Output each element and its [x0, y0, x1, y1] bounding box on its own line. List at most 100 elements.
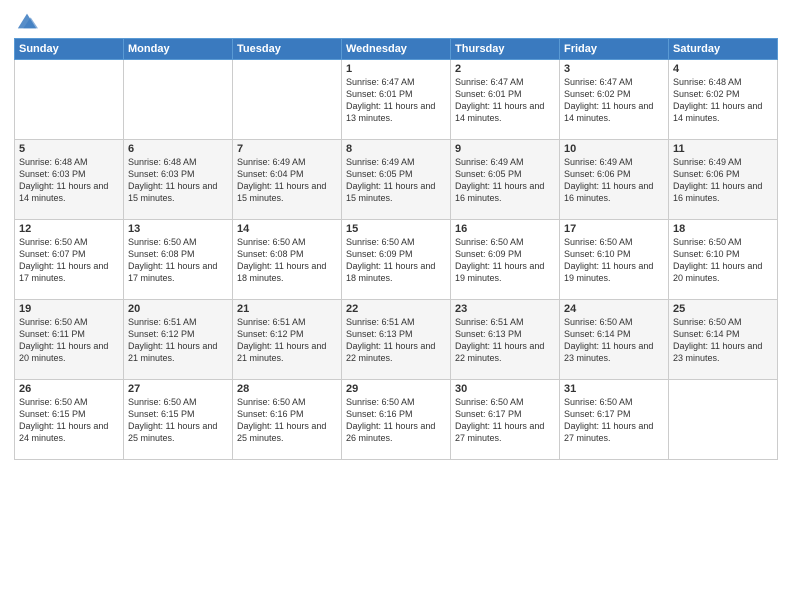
calendar-cell: 14Sunrise: 6:50 AMSunset: 6:08 PMDayligh… — [233, 220, 342, 300]
day-info: Sunrise: 6:48 AMSunset: 6:02 PMDaylight:… — [673, 76, 773, 125]
weekday-header-tuesday: Tuesday — [233, 39, 342, 60]
calendar-cell: 18Sunrise: 6:50 AMSunset: 6:10 PMDayligh… — [669, 220, 778, 300]
day-info: Sunrise: 6:48 AMSunset: 6:03 PMDaylight:… — [19, 156, 119, 205]
day-number: 23 — [455, 303, 555, 315]
calendar-cell: 7Sunrise: 6:49 AMSunset: 6:04 PMDaylight… — [233, 140, 342, 220]
day-number: 4 — [673, 63, 773, 75]
day-info: Sunrise: 6:47 AMSunset: 6:02 PMDaylight:… — [564, 76, 664, 125]
calendar-cell: 13Sunrise: 6:50 AMSunset: 6:08 PMDayligh… — [124, 220, 233, 300]
day-info: Sunrise: 6:50 AMSunset: 6:15 PMDaylight:… — [128, 396, 228, 445]
day-number: 17 — [564, 223, 664, 235]
day-number: 21 — [237, 303, 337, 315]
day-info: Sunrise: 6:50 AMSunset: 6:08 PMDaylight:… — [237, 236, 337, 285]
day-info: Sunrise: 6:50 AMSunset: 6:17 PMDaylight:… — [564, 396, 664, 445]
day-number: 29 — [346, 383, 446, 395]
calendar-cell: 12Sunrise: 6:50 AMSunset: 6:07 PMDayligh… — [15, 220, 124, 300]
weekday-header-row: SundayMondayTuesdayWednesdayThursdayFrid… — [15, 39, 778, 60]
calendar-cell: 23Sunrise: 6:51 AMSunset: 6:13 PMDayligh… — [451, 300, 560, 380]
weekday-header-thursday: Thursday — [451, 39, 560, 60]
day-info: Sunrise: 6:50 AMSunset: 6:17 PMDaylight:… — [455, 396, 555, 445]
calendar-cell: 30Sunrise: 6:50 AMSunset: 6:17 PMDayligh… — [451, 380, 560, 460]
day-info: Sunrise: 6:51 AMSunset: 6:13 PMDaylight:… — [346, 316, 446, 365]
day-number: 18 — [673, 223, 773, 235]
day-number: 20 — [128, 303, 228, 315]
day-info: Sunrise: 6:50 AMSunset: 6:07 PMDaylight:… — [19, 236, 119, 285]
calendar-cell — [15, 60, 124, 140]
calendar-cell: 22Sunrise: 6:51 AMSunset: 6:13 PMDayligh… — [342, 300, 451, 380]
day-info: Sunrise: 6:48 AMSunset: 6:03 PMDaylight:… — [128, 156, 228, 205]
day-number: 8 — [346, 143, 446, 155]
calendar-week-4: 19Sunrise: 6:50 AMSunset: 6:11 PMDayligh… — [15, 300, 778, 380]
day-number: 9 — [455, 143, 555, 155]
calendar-cell: 24Sunrise: 6:50 AMSunset: 6:14 PMDayligh… — [560, 300, 669, 380]
day-info: Sunrise: 6:50 AMSunset: 6:10 PMDaylight:… — [564, 236, 664, 285]
calendar-cell: 19Sunrise: 6:50 AMSunset: 6:11 PMDayligh… — [15, 300, 124, 380]
day-number: 26 — [19, 383, 119, 395]
day-number: 31 — [564, 383, 664, 395]
day-number: 13 — [128, 223, 228, 235]
day-info: Sunrise: 6:49 AMSunset: 6:06 PMDaylight:… — [564, 156, 664, 205]
calendar-cell: 16Sunrise: 6:50 AMSunset: 6:09 PMDayligh… — [451, 220, 560, 300]
calendar-cell: 8Sunrise: 6:49 AMSunset: 6:05 PMDaylight… — [342, 140, 451, 220]
calendar-cell: 4Sunrise: 6:48 AMSunset: 6:02 PMDaylight… — [669, 60, 778, 140]
day-number: 6 — [128, 143, 228, 155]
day-number: 24 — [564, 303, 664, 315]
calendar-cell — [124, 60, 233, 140]
logo-icon — [16, 10, 38, 32]
calendar-week-5: 26Sunrise: 6:50 AMSunset: 6:15 PMDayligh… — [15, 380, 778, 460]
calendar-cell: 11Sunrise: 6:49 AMSunset: 6:06 PMDayligh… — [669, 140, 778, 220]
calendar-week-3: 12Sunrise: 6:50 AMSunset: 6:07 PMDayligh… — [15, 220, 778, 300]
day-info: Sunrise: 6:49 AMSunset: 6:06 PMDaylight:… — [673, 156, 773, 205]
day-number: 25 — [673, 303, 773, 315]
day-number: 2 — [455, 63, 555, 75]
day-number: 5 — [19, 143, 119, 155]
day-info: Sunrise: 6:50 AMSunset: 6:08 PMDaylight:… — [128, 236, 228, 285]
calendar-cell: 20Sunrise: 6:51 AMSunset: 6:12 PMDayligh… — [124, 300, 233, 380]
day-number: 3 — [564, 63, 664, 75]
day-info: Sunrise: 6:50 AMSunset: 6:10 PMDaylight:… — [673, 236, 773, 285]
page-container: SundayMondayTuesdayWednesdayThursdayFrid… — [0, 0, 792, 612]
day-info: Sunrise: 6:51 AMSunset: 6:12 PMDaylight:… — [237, 316, 337, 365]
calendar-cell: 17Sunrise: 6:50 AMSunset: 6:10 PMDayligh… — [560, 220, 669, 300]
day-number: 7 — [237, 143, 337, 155]
calendar-cell: 29Sunrise: 6:50 AMSunset: 6:16 PMDayligh… — [342, 380, 451, 460]
day-number: 30 — [455, 383, 555, 395]
weekday-header-wednesday: Wednesday — [342, 39, 451, 60]
weekday-header-monday: Monday — [124, 39, 233, 60]
day-number: 12 — [19, 223, 119, 235]
calendar-week-1: 1 Sunrise: 6:47 AMSunset: 6:01 PMDaylight… — [15, 60, 778, 140]
calendar-cell: 2Sunrise: 6:47 AMSunset: 6:01 PMDaylight… — [451, 60, 560, 140]
calendar-cell: 28Sunrise: 6:50 AMSunset: 6:16 PMDayligh… — [233, 380, 342, 460]
day-info: Sunrise: 6:50 AMSunset: 6:14 PMDaylight:… — [673, 316, 773, 365]
weekday-header-sunday: Sunday — [15, 39, 124, 60]
day-number: 16 — [455, 223, 555, 235]
day-number: 1 — [346, 63, 446, 75]
day-info: Sunrise: 6:47 AMSunset: 6:01 PMDaylight:… — [455, 76, 555, 125]
day-info: Sunrise: 6:50 AMSunset: 6:14 PMDaylight:… — [564, 316, 664, 365]
calendar-cell: 25Sunrise: 6:50 AMSunset: 6:14 PMDayligh… — [669, 300, 778, 380]
calendar-cell: 31Sunrise: 6:50 AMSunset: 6:17 PMDayligh… — [560, 380, 669, 460]
day-info: Sunrise: 6:50 AMSunset: 6:16 PMDaylight:… — [237, 396, 337, 445]
day-info: Sunrise: 6:50 AMSunset: 6:16 PMDaylight:… — [346, 396, 446, 445]
day-info: Sunrise: 6:49 AMSunset: 6:05 PMDaylight:… — [455, 156, 555, 205]
day-number: 10 — [564, 143, 664, 155]
day-info: Sunrise: 6:50 AMSunset: 6:11 PMDaylight:… — [19, 316, 119, 365]
day-number: 27 — [128, 383, 228, 395]
calendar-cell: 9Sunrise: 6:49 AMSunset: 6:05 PMDaylight… — [451, 140, 560, 220]
day-info: Sunrise: 6:50 AMSunset: 6:15 PMDaylight:… — [19, 396, 119, 445]
day-number: 15 — [346, 223, 446, 235]
weekday-header-saturday: Saturday — [669, 39, 778, 60]
calendar-cell: 15Sunrise: 6:50 AMSunset: 6:09 PMDayligh… — [342, 220, 451, 300]
calendar-cell: 1Sunrise: 6:47 AMSunset: 6:01 PMDaylight… — [342, 60, 451, 140]
calendar-cell: 3Sunrise: 6:47 AMSunset: 6:02 PMDaylight… — [560, 60, 669, 140]
calendar-cell: 5Sunrise: 6:48 AMSunset: 6:03 PMDaylight… — [15, 140, 124, 220]
calendar-cell: 6Sunrise: 6:48 AMSunset: 6:03 PMDaylight… — [124, 140, 233, 220]
day-number: 28 — [237, 383, 337, 395]
header — [14, 10, 778, 32]
day-info: Sunrise: 6:50 AMSunset: 6:09 PMDaylight:… — [346, 236, 446, 285]
day-number: 19 — [19, 303, 119, 315]
day-info: Sunrise: 6:51 AMSunset: 6:12 PMDaylight:… — [128, 316, 228, 365]
day-info: Sunrise: 6:49 AMSunset: 6:04 PMDaylight:… — [237, 156, 337, 205]
day-info: Sunrise: 6:49 AMSunset: 6:05 PMDaylight:… — [346, 156, 446, 205]
day-info: Sunrise: 6:50 AMSunset: 6:09 PMDaylight:… — [455, 236, 555, 285]
